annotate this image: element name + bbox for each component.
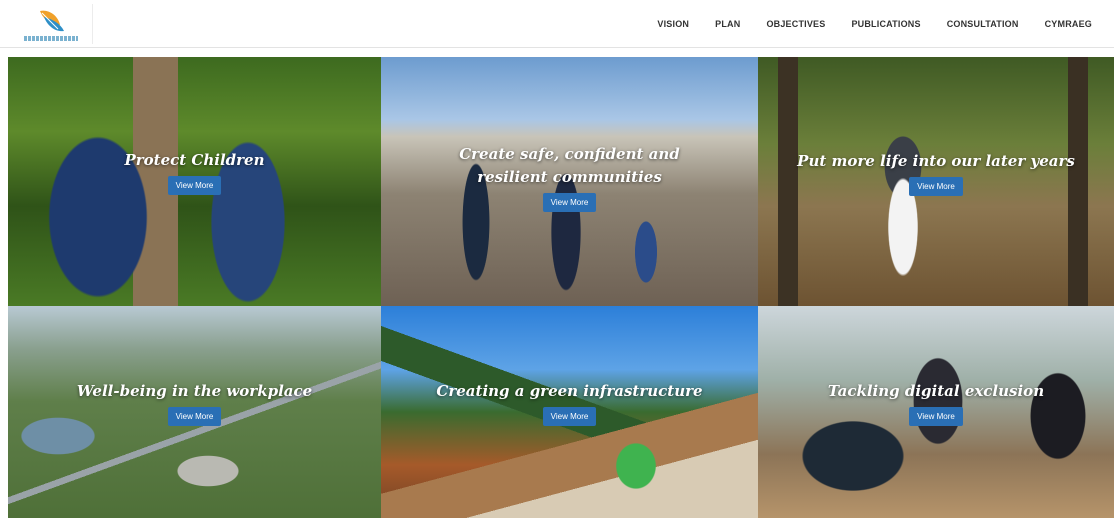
tile-later-years[interactable]: Put more life into our later years View …: [758, 57, 1114, 306]
site-logo[interactable]: [10, 4, 93, 44]
logo-wordmark: [24, 36, 78, 41]
nav-item-publications[interactable]: PUBLICATIONS: [851, 19, 920, 29]
tile-title: Create safe, confident and resilient com…: [459, 145, 680, 186]
tile-overlay: Create safe, confident and resilient com…: [381, 57, 758, 306]
tile-overlay: Protect Children View More: [8, 57, 381, 306]
tile-overlay: Well-being in the workplace View More: [8, 306, 381, 518]
tile-workplace-wellbeing[interactable]: Well-being in the workplace View More: [8, 306, 381, 518]
tile-overlay: Put more life into our later years View …: [758, 57, 1114, 306]
tile-green-infrastructure[interactable]: Creating a green infrastructure View Mor…: [381, 306, 758, 518]
nav-item-consultation[interactable]: CONSULTATION: [947, 19, 1019, 29]
nav-item-vision[interactable]: VISION: [657, 19, 689, 29]
main-nav: VISION PLAN OBJECTIVES PUBLICATIONS CONS…: [631, 0, 1092, 47]
tile-digital-exclusion[interactable]: Tackling digital exclusion View More: [758, 306, 1114, 518]
nav-item-cymraeg[interactable]: CYMRAEG: [1045, 19, 1092, 29]
tile-overlay: Tackling digital exclusion View More: [758, 306, 1114, 518]
tile-overlay: Creating a green infrastructure View Mor…: [381, 306, 758, 518]
tile-title: Put more life into our later years: [797, 151, 1075, 170]
nav-item-objectives[interactable]: OBJECTIVES: [766, 19, 825, 29]
tile-protect-children[interactable]: Protect Children View More: [8, 57, 381, 306]
view-more-button[interactable]: View More: [167, 175, 222, 195]
nav-item-plan[interactable]: PLAN: [715, 19, 740, 29]
view-more-button[interactable]: View More: [909, 176, 963, 196]
tile-safe-communities[interactable]: Create safe, confident and resilient com…: [381, 57, 758, 306]
tile-title: Protect Children: [124, 150, 265, 169]
view-more-button[interactable]: View More: [542, 193, 597, 212]
tile-title: Creating a green infrastructure: [436, 382, 703, 400]
view-more-button[interactable]: View More: [167, 407, 222, 426]
view-more-button[interactable]: View More: [542, 407, 597, 426]
tile-title: Tackling digital exclusion: [827, 382, 1045, 400]
tile-title: Well-being in the workplace: [76, 382, 313, 400]
feather-leaf-logo-icon: [40, 10, 64, 32]
view-more-button[interactable]: View More: [909, 407, 963, 426]
top-navigation-bar: VISION PLAN OBJECTIVES PUBLICATIONS CONS…: [0, 0, 1114, 48]
